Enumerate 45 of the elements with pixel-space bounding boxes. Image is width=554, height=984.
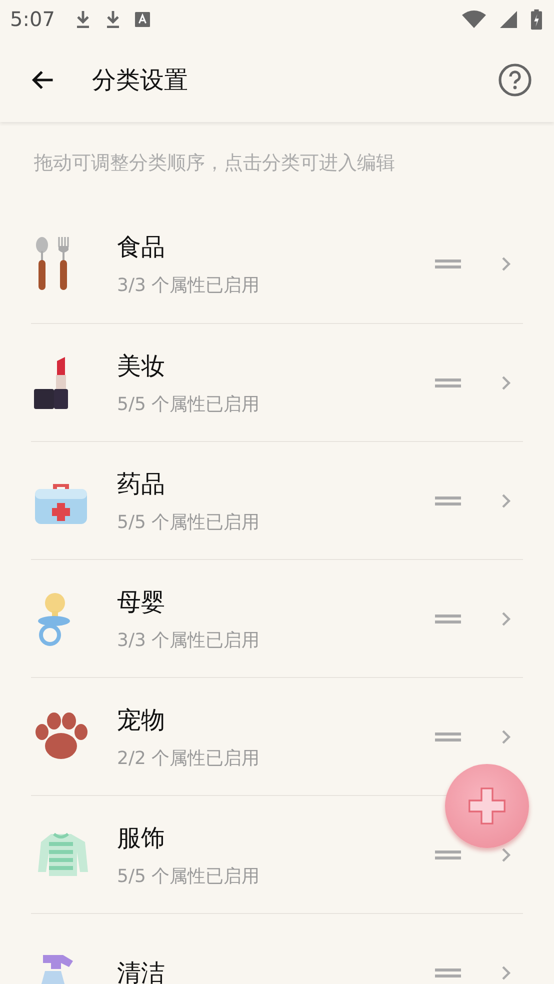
category-name: 清洁 [117, 958, 166, 984]
category-name: 食品 [117, 232, 166, 262]
category-name: 宠物 [117, 704, 166, 736]
drag-handle-icon[interactable] [435, 850, 461, 860]
drag-handle-icon[interactable] [435, 968, 461, 978]
help-button[interactable] [496, 61, 534, 99]
category-item[interactable]: 美妆 5/5 个属性已启用 [31, 324, 523, 442]
chevron-right-icon [501, 846, 511, 862]
download-icon [104, 10, 121, 28]
chevron-right-icon [501, 256, 511, 272]
category-attribute-count: 3/3 个属性已启用 [117, 274, 261, 296]
drag-handle-icon[interactable] [435, 496, 461, 506]
battery-charging-icon [531, 8, 542, 30]
download-icon [74, 10, 91, 28]
category-item[interactable]: 母婴 3/3 个属性已启用 [31, 560, 523, 678]
chevron-right-icon [501, 964, 511, 980]
category-item[interactable]: 食品 3/3 个属性已启用 [31, 204, 523, 324]
category-attribute-count: 5/5 个属性已启用 [117, 510, 261, 534]
category-name: 美妆 [117, 350, 166, 382]
category-attribute-count: 2/2 个属性已启用 [117, 746, 261, 770]
category-name: 药品 [117, 468, 166, 500]
chevron-right-icon [501, 374, 511, 390]
help-icon [498, 63, 532, 97]
category-name: 母婴 [117, 586, 166, 618]
drag-handle-icon[interactable] [435, 378, 461, 388]
page-title: 分类设置 [92, 65, 188, 96]
drag-handle-icon[interactable] [435, 614, 461, 624]
wifi-icon [462, 10, 486, 28]
category-attribute-count: 5/5 个属性已启用 [117, 392, 261, 416]
category-name: 服饰 [117, 822, 166, 854]
chevron-right-icon [501, 492, 511, 508]
category-item[interactable]: 药品 5/5 个属性已启用 [31, 442, 523, 560]
signal-icon [500, 10, 517, 28]
category-attribute-count: 3/3 个属性已启用 [117, 628, 261, 652]
drag-handle-icon[interactable] [435, 732, 461, 742]
category-item[interactable]: 清洁 [31, 914, 523, 984]
chevron-right-icon [501, 610, 511, 626]
chevron-right-icon [501, 728, 511, 744]
font-icon [134, 12, 150, 26]
drag-handle-icon[interactable] [435, 258, 461, 268]
add-category-button[interactable] [445, 764, 529, 848]
paw-icon [33, 712, 89, 762]
category-attribute-count: 5/5 个属性已启用 [117, 864, 261, 888]
instruction-text: 拖动可调整分类顺序，点击分类可进入编辑 [33, 151, 396, 176]
status-time: 5:07 [10, 7, 55, 31]
